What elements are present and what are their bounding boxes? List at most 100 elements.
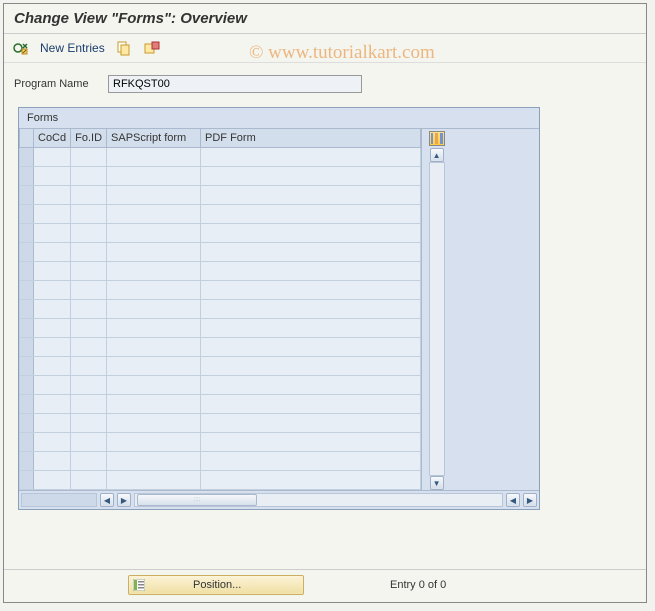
scroll-left-button[interactable]: ◀ bbox=[100, 493, 114, 507]
row-selector[interactable] bbox=[20, 167, 34, 186]
table-row[interactable] bbox=[20, 376, 421, 395]
row-selector[interactable] bbox=[20, 433, 34, 452]
row-selector[interactable] bbox=[20, 262, 34, 281]
cell[interactable] bbox=[34, 433, 71, 452]
cell[interactable] bbox=[107, 243, 201, 262]
cell[interactable] bbox=[71, 338, 107, 357]
cell[interactable] bbox=[107, 167, 201, 186]
table-row[interactable] bbox=[20, 243, 421, 262]
row-selector[interactable] bbox=[20, 395, 34, 414]
scroll-down-button[interactable]: ▼ bbox=[430, 476, 444, 490]
cell[interactable] bbox=[201, 262, 421, 281]
new-entries-button[interactable]: New Entries bbox=[40, 41, 105, 55]
table-row[interactable] bbox=[20, 433, 421, 452]
cell[interactable] bbox=[201, 224, 421, 243]
cell[interactable] bbox=[71, 262, 107, 281]
cell[interactable] bbox=[71, 186, 107, 205]
cell[interactable] bbox=[34, 167, 71, 186]
table-row[interactable] bbox=[20, 148, 421, 167]
row-selector[interactable] bbox=[20, 357, 34, 376]
row-selector[interactable] bbox=[20, 281, 34, 300]
table-row[interactable] bbox=[20, 319, 421, 338]
cell[interactable] bbox=[201, 452, 421, 471]
scroll-left-end-button[interactable]: ◀ bbox=[506, 493, 520, 507]
cell[interactable] bbox=[107, 300, 201, 319]
table-row[interactable] bbox=[20, 452, 421, 471]
cell[interactable] bbox=[34, 471, 71, 490]
cell[interactable] bbox=[107, 148, 201, 167]
cell[interactable] bbox=[71, 224, 107, 243]
row-selector[interactable] bbox=[20, 224, 34, 243]
column-pdf-form[interactable]: PDF Form bbox=[201, 129, 421, 148]
row-selector[interactable] bbox=[20, 205, 34, 224]
row-selector[interactable] bbox=[20, 319, 34, 338]
row-selector[interactable] bbox=[20, 452, 34, 471]
table-settings-icon[interactable] bbox=[429, 131, 445, 146]
cell[interactable] bbox=[71, 243, 107, 262]
cell[interactable] bbox=[71, 471, 107, 490]
table-row[interactable] bbox=[20, 224, 421, 243]
cell[interactable] bbox=[107, 281, 201, 300]
row-selector[interactable] bbox=[20, 376, 34, 395]
row-selector[interactable] bbox=[20, 338, 34, 357]
cell[interactable] bbox=[107, 414, 201, 433]
row-selector[interactable] bbox=[20, 148, 34, 167]
position-button[interactable]: Position... bbox=[128, 575, 304, 595]
cell[interactable] bbox=[71, 319, 107, 338]
delimit-icon[interactable] bbox=[143, 39, 161, 57]
table-row[interactable] bbox=[20, 357, 421, 376]
cell[interactable] bbox=[107, 186, 201, 205]
cell[interactable] bbox=[201, 281, 421, 300]
cell[interactable] bbox=[201, 395, 421, 414]
cell[interactable] bbox=[34, 186, 71, 205]
cell[interactable] bbox=[34, 224, 71, 243]
table-row[interactable] bbox=[20, 471, 421, 490]
cell[interactable] bbox=[34, 357, 71, 376]
cell[interactable] bbox=[34, 376, 71, 395]
table-row[interactable] bbox=[20, 300, 421, 319]
table-row[interactable] bbox=[20, 338, 421, 357]
cell[interactable] bbox=[201, 376, 421, 395]
row-selector[interactable] bbox=[20, 414, 34, 433]
cell[interactable] bbox=[71, 300, 107, 319]
cell[interactable] bbox=[201, 300, 421, 319]
row-selector[interactable] bbox=[20, 243, 34, 262]
scroll-right-button[interactable]: ▶ bbox=[523, 493, 537, 507]
table-row[interactable] bbox=[20, 395, 421, 414]
cell[interactable] bbox=[201, 414, 421, 433]
table-row[interactable] bbox=[20, 186, 421, 205]
table-row[interactable] bbox=[20, 281, 421, 300]
cell[interactable] bbox=[107, 433, 201, 452]
cell[interactable] bbox=[107, 338, 201, 357]
cell[interactable] bbox=[34, 243, 71, 262]
cell[interactable] bbox=[201, 357, 421, 376]
cell[interactable] bbox=[201, 243, 421, 262]
cell[interactable] bbox=[34, 414, 71, 433]
column-foid[interactable]: Fo.ID bbox=[71, 129, 107, 148]
cell[interactable] bbox=[71, 433, 107, 452]
cell[interactable] bbox=[71, 281, 107, 300]
cell[interactable] bbox=[71, 148, 107, 167]
row-selector[interactable] bbox=[20, 300, 34, 319]
cell[interactable] bbox=[34, 338, 71, 357]
cell[interactable] bbox=[34, 395, 71, 414]
table-row[interactable] bbox=[20, 262, 421, 281]
cell[interactable] bbox=[201, 186, 421, 205]
cell[interactable] bbox=[107, 224, 201, 243]
copy-as-icon[interactable] bbox=[115, 39, 133, 57]
vertical-scrollbar[interactable] bbox=[429, 162, 445, 476]
cell[interactable] bbox=[34, 319, 71, 338]
program-name-input[interactable] bbox=[108, 75, 362, 93]
table-row[interactable] bbox=[20, 414, 421, 433]
cell[interactable] bbox=[107, 357, 201, 376]
cell[interactable] bbox=[71, 376, 107, 395]
horizontal-scroll-thumb[interactable]: :::: bbox=[137, 494, 257, 506]
cell[interactable] bbox=[34, 452, 71, 471]
cell[interactable] bbox=[201, 338, 421, 357]
cell[interactable] bbox=[201, 319, 421, 338]
cell[interactable] bbox=[107, 262, 201, 281]
cell[interactable] bbox=[34, 300, 71, 319]
row-selector[interactable] bbox=[20, 186, 34, 205]
cell[interactable] bbox=[71, 167, 107, 186]
cell[interactable] bbox=[107, 319, 201, 338]
